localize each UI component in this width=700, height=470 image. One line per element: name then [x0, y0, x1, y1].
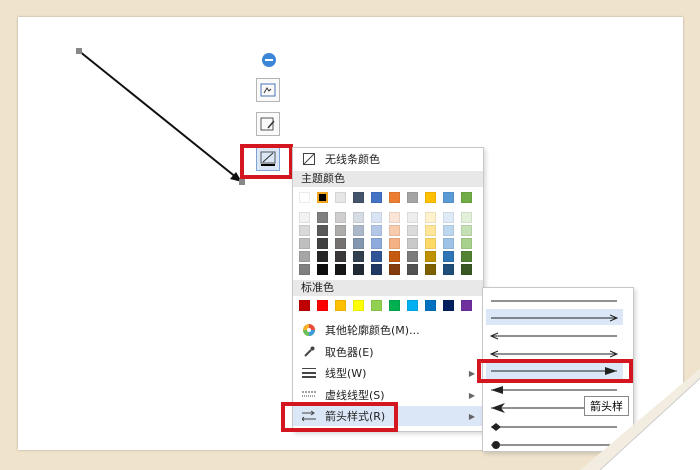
theme-shade-swatch[interactable] [353, 238, 364, 249]
theme-shade-swatch[interactable] [461, 264, 472, 275]
theme-color-swatch[interactable] [389, 192, 400, 203]
more-outline-colors-item[interactable]: 其他轮廓颜色(M)... [293, 320, 483, 340]
standard-colors-header: 标准色 [293, 280, 483, 296]
theme-shade-swatch[interactable] [353, 251, 364, 262]
theme-shade-swatch[interactable] [461, 251, 472, 262]
shape-style-icon [260, 83, 276, 97]
theme-shade-swatch[interactable] [407, 238, 418, 249]
theme-shade-swatch[interactable] [335, 251, 346, 262]
theme-shade-swatch[interactable] [407, 212, 418, 223]
no-color-icon [301, 151, 317, 167]
theme-shade-swatch[interactable] [371, 264, 382, 275]
shape-handle-end [239, 179, 245, 185]
shape-handle-start [76, 48, 82, 54]
theme-shade-swatch[interactable] [407, 225, 418, 236]
line-type-icon [301, 365, 317, 381]
theme-shade-swatch[interactable] [335, 225, 346, 236]
theme-shade-swatch[interactable] [443, 212, 454, 223]
line-type-item[interactable]: 线型(W) ▶ [293, 363, 483, 383]
fill-button[interactable] [256, 112, 280, 136]
theme-shade-swatch[interactable] [317, 225, 328, 236]
theme-color-swatch[interactable] [425, 192, 436, 203]
theme-shade-swatch[interactable] [317, 212, 328, 223]
theme-shade-swatch[interactable] [317, 264, 328, 275]
theme-shade-swatch[interactable] [299, 225, 310, 236]
standard-color-swatch[interactable] [335, 300, 346, 311]
theme-shade-swatch[interactable] [443, 225, 454, 236]
theme-shade-swatch[interactable] [461, 212, 472, 223]
theme-color-swatch[interactable] [299, 192, 310, 203]
theme-shade-swatch[interactable] [443, 264, 454, 275]
eyedropper-item[interactable]: 取色器(E) [293, 342, 483, 362]
theme-shade-swatch[interactable] [389, 225, 400, 236]
theme-colors-header: 主题颜色 [293, 171, 483, 187]
theme-shade-swatch[interactable] [299, 264, 310, 275]
standard-color-swatch[interactable] [299, 300, 310, 311]
theme-color-swatch[interactable] [443, 192, 454, 203]
theme-color-swatch[interactable] [371, 192, 382, 203]
theme-shade-swatch[interactable] [389, 212, 400, 223]
theme-shade-swatch[interactable] [443, 238, 454, 249]
theme-shade-swatch[interactable] [353, 212, 364, 223]
theme-shade-swatch[interactable] [335, 212, 346, 223]
theme-shade-swatch[interactable] [389, 264, 400, 275]
no-line-color-item[interactable]: 无线条颜色 [293, 149, 483, 169]
theme-shade-swatch[interactable] [407, 251, 418, 262]
theme-color-swatch[interactable] [317, 192, 328, 203]
standard-color-swatch[interactable] [371, 300, 382, 311]
theme-shade-swatch[interactable] [425, 212, 436, 223]
theme-shade-swatch[interactable] [461, 238, 472, 249]
theme-shade-swatch[interactable] [389, 251, 400, 262]
dash-type-icon [301, 387, 317, 403]
eyedropper-icon [301, 344, 317, 360]
theme-shade-swatch[interactable] [389, 238, 400, 249]
shape-style-button[interactable] [256, 78, 280, 102]
collapse-icon[interactable] [262, 53, 276, 67]
theme-shade-swatch[interactable] [353, 264, 364, 275]
theme-shade-swatch[interactable] [299, 251, 310, 262]
theme-shade-swatch[interactable] [371, 225, 382, 236]
theme-shade-swatch[interactable] [317, 251, 328, 262]
theme-shade-swatch[interactable] [371, 251, 382, 262]
standard-color-swatch[interactable] [353, 300, 364, 311]
theme-shade-swatch[interactable] [425, 264, 436, 275]
standard-color-swatch[interactable] [317, 300, 328, 311]
submenu-arrow-icon: ▶ [468, 390, 475, 400]
theme-color-swatch[interactable] [335, 192, 346, 203]
theme-shade-swatch[interactable] [299, 238, 310, 249]
theme-shade-swatch[interactable] [317, 238, 328, 249]
theme-shade-swatch[interactable] [407, 264, 418, 275]
theme-shade-swatch[interactable] [425, 225, 436, 236]
standard-color-swatch[interactable] [425, 300, 436, 311]
standard-color-swatch[interactable] [461, 300, 472, 311]
theme-shade-swatch[interactable] [335, 238, 346, 249]
theme-color-swatch[interactable] [407, 192, 418, 203]
theme-shade-swatch[interactable] [461, 225, 472, 236]
standard-color-swatch[interactable] [389, 300, 400, 311]
submenu-arrow-icon: ▶ [468, 368, 475, 378]
theme-color-swatch[interactable] [461, 192, 472, 203]
theme-shade-swatch[interactable] [335, 264, 346, 275]
page-curl-decoration [580, 368, 700, 470]
theme-shade-swatch[interactable] [425, 251, 436, 262]
theme-shade-swatch[interactable] [425, 238, 436, 249]
theme-shade-swatch[interactable] [443, 251, 454, 262]
theme-shade-swatch[interactable] [371, 238, 382, 249]
standard-color-swatch[interactable] [407, 300, 418, 311]
theme-shade-swatch[interactable] [371, 212, 382, 223]
fill-edit-icon [260, 117, 275, 131]
theme-shade-swatch[interactable] [353, 225, 364, 236]
theme-shade-swatch[interactable] [299, 212, 310, 223]
arrow-style-highlight [281, 402, 398, 432]
submenu-arrow-icon: ▶ [468, 411, 475, 421]
color-wheel-icon [301, 322, 317, 338]
outline-button-highlight [240, 144, 293, 179]
theme-color-swatch[interactable] [353, 192, 364, 203]
outline-dropdown-menu: 无线条颜色 主题颜色 标准色 其他轮廓颜色(M)... 取色器(E) 线型(W)… [292, 147, 484, 432]
standard-color-swatch[interactable] [443, 300, 454, 311]
